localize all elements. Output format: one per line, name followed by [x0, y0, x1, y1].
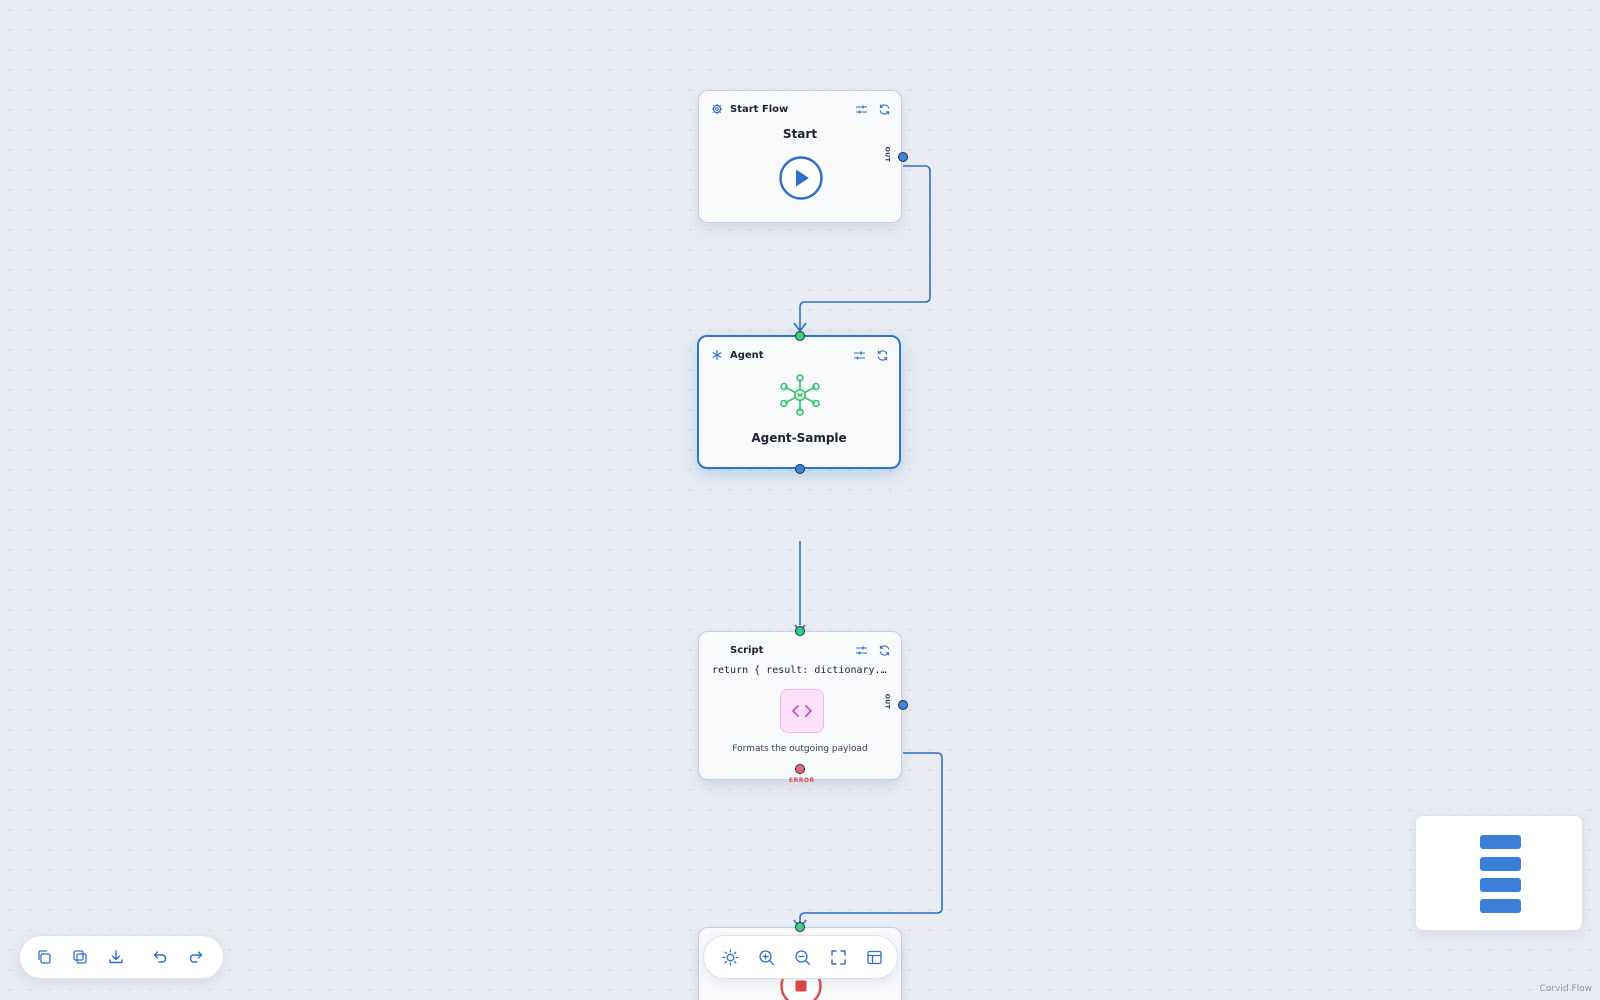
- error-port-label: ERROR: [789, 777, 815, 784]
- theme-sun-icon[interactable]: [712, 939, 748, 975]
- minimap-node-end: [1480, 899, 1521, 913]
- play-icon: [778, 155, 824, 205]
- settings-sliders-icon[interactable]: [855, 644, 868, 657]
- undo-icon[interactable]: [142, 939, 178, 975]
- error-port[interactable]: [795, 764, 805, 774]
- refresh-icon[interactable]: [876, 349, 889, 362]
- in-port[interactable]: [795, 922, 805, 932]
- view-toolbar: [703, 935, 898, 979]
- edge-start-arrowhead: [793, 322, 807, 333]
- out-port-label: OUT: [883, 693, 891, 710]
- out-port[interactable]: [898, 700, 908, 710]
- zoom-in-icon[interactable]: [748, 939, 784, 975]
- node-header: Script: [730, 642, 891, 658]
- redo-icon[interactable]: [178, 939, 214, 975]
- download-icon[interactable]: [98, 939, 134, 975]
- out-port[interactable]: [898, 152, 908, 162]
- snowflake-icon: [711, 349, 723, 361]
- minimap[interactable]: [1415, 815, 1583, 931]
- node-type-label: Agent: [730, 349, 764, 361]
- fit-view-icon[interactable]: [820, 939, 856, 975]
- minimap-node-start: [1480, 835, 1521, 849]
- edit-toolbar: [19, 935, 224, 979]
- minimap-node-script: [1480, 878, 1521, 892]
- script-description: Formats the outgoing payload: [732, 744, 868, 754]
- node-header: Start Flow: [711, 101, 891, 117]
- script-node[interactable]: Script return { result: dictionary.… For…: [698, 626, 908, 784]
- refresh-icon[interactable]: [878, 103, 891, 116]
- node-title: Start: [782, 127, 818, 141]
- agent-node[interactable]: Agent Agent-Sample: [697, 331, 901, 474]
- code-brackets-icon: [780, 689, 824, 733]
- node-header: Agent: [711, 347, 889, 363]
- duplicate-icon[interactable]: [62, 939, 98, 975]
- zoom-out-icon[interactable]: [784, 939, 820, 975]
- copy-icon[interactable]: [26, 939, 62, 975]
- refresh-icon[interactable]: [878, 644, 891, 657]
- in-port[interactable]: [795, 626, 805, 636]
- minimap-node-agent: [1480, 857, 1521, 871]
- layout-icon[interactable]: [856, 939, 892, 975]
- out-port-label: OUT: [883, 146, 891, 163]
- node-title: Agent-Sample: [751, 431, 847, 445]
- settings-sliders-icon[interactable]: [855, 103, 868, 116]
- script-code-preview: return { result: dictionary.…: [712, 665, 887, 676]
- agent-network-icon: [779, 374, 821, 420]
- settings-sliders-icon[interactable]: [853, 349, 866, 362]
- out-port[interactable]: [795, 464, 805, 474]
- gear-icon: [711, 103, 723, 115]
- node-type-label: Script: [730, 644, 764, 656]
- brand-watermark: Corvid Flow: [1539, 984, 1592, 994]
- start-flow-node[interactable]: Start Flow Start OUT: [698, 90, 908, 223]
- node-type-label: Start Flow: [730, 103, 789, 115]
- in-port[interactable]: [795, 331, 805, 341]
